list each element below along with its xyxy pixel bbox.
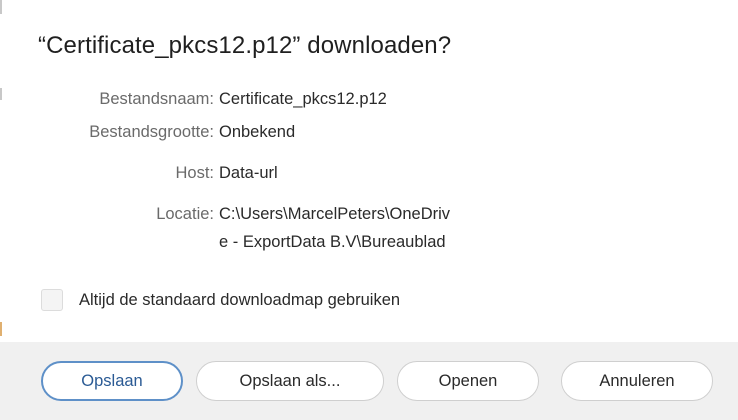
cancel-button[interactable]: Annuleren <box>561 361 713 401</box>
default-folder-option[interactable]: Altijd de standaard downloadmap gebruike… <box>41 286 400 314</box>
filename-value: Certificate_pkcs12.p12 <box>219 90 387 108</box>
save-button[interactable]: Opslaan <box>41 361 183 401</box>
location-value-line2: e - ExportData B.V\Bureaublad <box>219 233 446 251</box>
filename-label: Bestandsnaam: <box>99 90 214 108</box>
host-value: Data-url <box>219 164 278 182</box>
button-bar: Opslaan Opslaan als... Openen Annuleren <box>0 342 738 420</box>
save-as-button[interactable]: Opslaan als... <box>196 361 384 401</box>
filesize-label: Bestandsgrootte: <box>89 123 214 141</box>
window-edge <box>0 88 2 100</box>
window-edge <box>0 0 2 14</box>
filesize-value: Onbekend <box>219 123 296 141</box>
default-folder-checkbox[interactable] <box>41 289 63 311</box>
window-edge <box>0 322 2 336</box>
dialog-title: “Certificate_pkcs12.p12” downloaden? <box>38 32 452 59</box>
open-button[interactable]: Openen <box>397 361 539 401</box>
location-value-line1: C:\Users\MarcelPeters\OneDriv <box>219 205 451 223</box>
default-folder-label[interactable]: Altijd de standaard downloadmap gebruike… <box>79 291 400 310</box>
location-label: Locatie: <box>156 205 214 223</box>
host-label: Host: <box>175 164 214 182</box>
download-dialog: “Certificate_pkcs12.p12” downloaden? Bes… <box>0 0 738 420</box>
